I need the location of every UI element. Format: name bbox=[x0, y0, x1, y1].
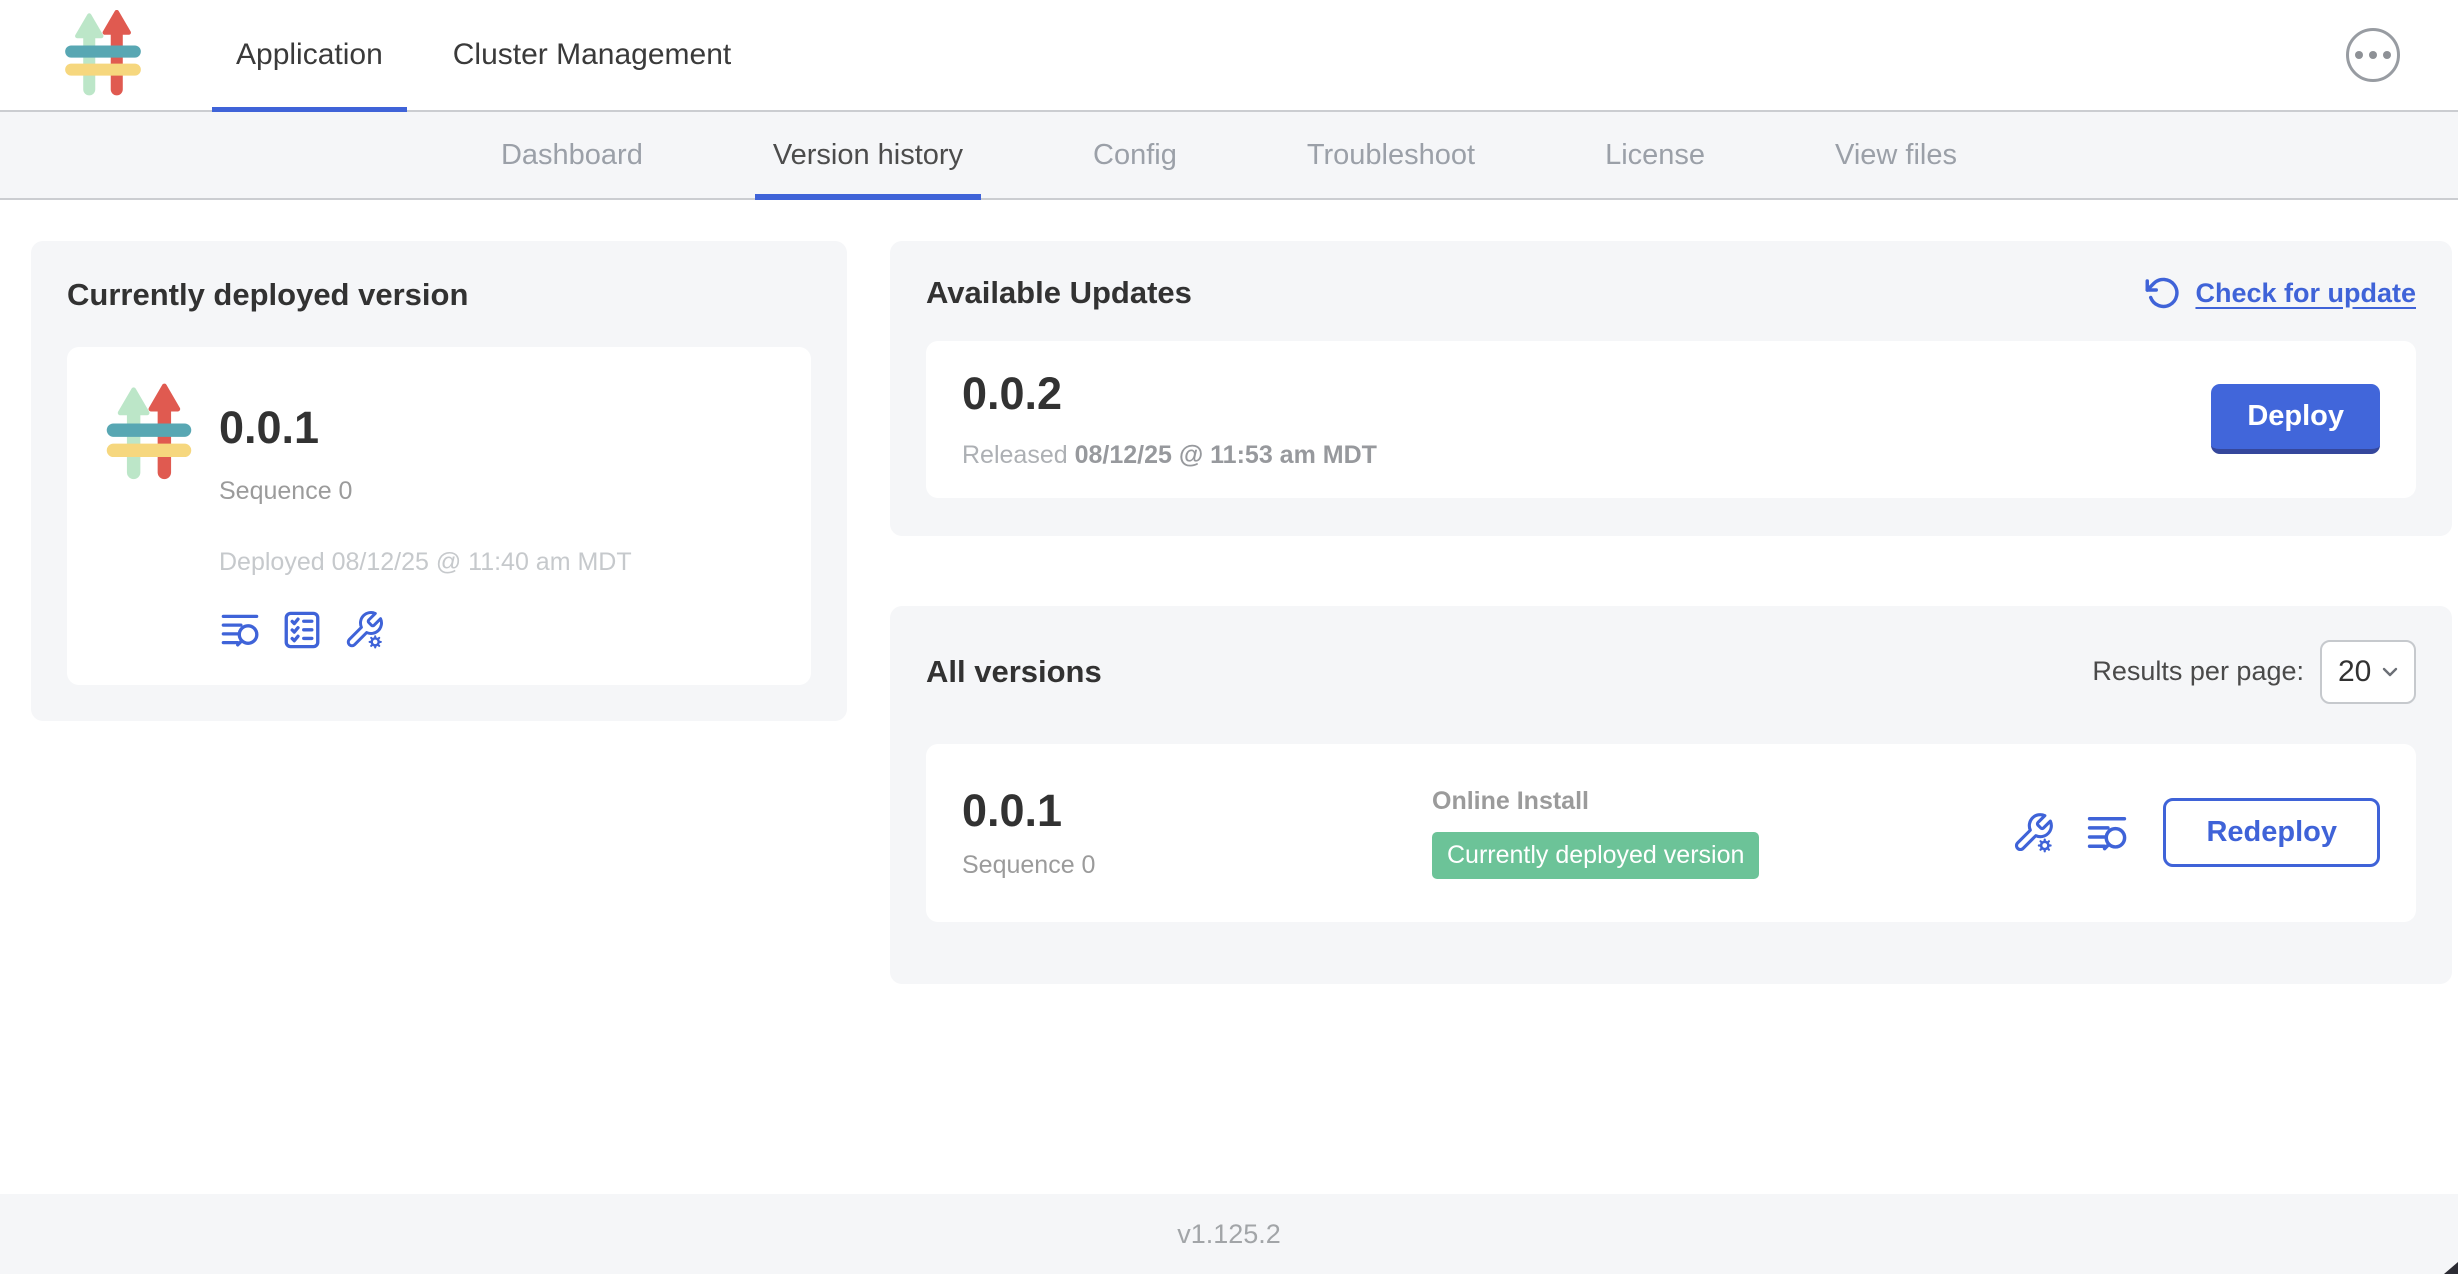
edit-config-icon[interactable] bbox=[2011, 811, 2055, 855]
console-version: v1.125.2 bbox=[1177, 1219, 1281, 1250]
tab-cluster-management-label: Cluster Management bbox=[453, 38, 731, 72]
subnav-troubleshoot-label: Troubleshoot bbox=[1307, 139, 1475, 172]
check-for-update-label: Check for update bbox=[2195, 278, 2416, 309]
subnav-dashboard-label: Dashboard bbox=[501, 139, 643, 172]
version-row: 0.0.1 Sequence 0 Online Install Currentl… bbox=[926, 744, 2416, 923]
edit-config-icon[interactable] bbox=[343, 609, 385, 651]
currently-deployed-panel: Currently deployed version 0.0.1 Sequenc… bbox=[31, 241, 847, 721]
update-version-number: 0.0.2 bbox=[962, 369, 1377, 419]
deployed-version-info: 0.0.1 Sequence 0 Deployed 08/12/25 @ 11:… bbox=[219, 377, 632, 651]
results-per-page-select[interactable]: 20 bbox=[2320, 640, 2416, 704]
available-updates-panel: Available Updates Check for update 0.0.2… bbox=[890, 241, 2452, 536]
redeploy-button[interactable]: Redeploy bbox=[2163, 798, 2380, 867]
subnav-item-dashboard[interactable]: Dashboard bbox=[483, 112, 661, 198]
tab-cluster-management[interactable]: Cluster Management bbox=[429, 0, 755, 110]
top-header: Application Cluster Management bbox=[0, 0, 2458, 112]
row-sequence: Sequence 0 bbox=[962, 851, 1432, 880]
deployed-timestamp: Deployed 08/12/25 @ 11:40 am MDT bbox=[219, 548, 632, 577]
kots-admin-console: Application Cluster Management Dashboard… bbox=[0, 0, 2458, 1274]
results-per-page-label: Results per page: bbox=[2092, 656, 2304, 687]
cursor-artifact bbox=[2444, 1262, 2458, 1274]
view-logs-icon[interactable] bbox=[219, 609, 261, 651]
row-version-number: 0.0.1 bbox=[962, 786, 1432, 836]
app-logo-icon bbox=[60, 10, 146, 100]
subnav-version-history-label: Version history bbox=[773, 139, 963, 172]
subnav-item-config[interactable]: Config bbox=[1075, 112, 1195, 198]
row-actions: Redeploy bbox=[2011, 798, 2380, 867]
released-label: Released bbox=[962, 441, 1075, 469]
results-per-page-value: 20 bbox=[2338, 655, 2371, 689]
available-updates-title: Available Updates bbox=[926, 275, 1192, 311]
available-updates-head: Available Updates Check for update bbox=[926, 275, 2416, 311]
row-status-info: Online Install Currently deployed versio… bbox=[1432, 787, 1759, 879]
main-content: Currently deployed version 0.0.1 Sequenc… bbox=[0, 200, 2458, 1194]
deployed-sequence: Sequence 0 bbox=[219, 477, 632, 506]
header-tabs: Application Cluster Management bbox=[212, 0, 777, 110]
subnav-view-files-label: View files bbox=[1835, 139, 1957, 172]
subnav-item-view-files[interactable]: View files bbox=[1817, 112, 1975, 198]
right-column: Available Updates Check for update 0.0.2… bbox=[890, 241, 2452, 984]
update-released-line: Released 08/12/25 @ 11:53 am MDT bbox=[962, 441, 1377, 470]
row-version-info: 0.0.1 Sequence 0 bbox=[962, 786, 1432, 881]
tab-application-label: Application bbox=[236, 38, 383, 72]
app-subnav: Dashboard Version history Config Trouble… bbox=[0, 112, 2458, 200]
results-per-page-group: Results per page: 20 bbox=[2092, 640, 2416, 704]
subnav-item-license[interactable]: License bbox=[1587, 112, 1723, 198]
footer: v1.125.2 bbox=[0, 1194, 2458, 1274]
subnav-item-version-history[interactable]: Version history bbox=[755, 112, 981, 198]
preflight-checks-icon[interactable] bbox=[281, 609, 323, 651]
currently-deployed-title: Currently deployed version bbox=[67, 277, 811, 313]
install-type-label: Online Install bbox=[1432, 787, 1759, 816]
app-logo-icon bbox=[101, 383, 197, 485]
deployed-version-card: 0.0.1 Sequence 0 Deployed 08/12/25 @ 11:… bbox=[67, 347, 811, 685]
header-right bbox=[2346, 0, 2458, 110]
status-badge: Currently deployed version bbox=[1432, 832, 1759, 879]
all-versions-head: All versions Results per page: 20 bbox=[926, 640, 2416, 704]
subnav-item-troubleshoot[interactable]: Troubleshoot bbox=[1289, 112, 1493, 198]
view-logs-icon[interactable] bbox=[2085, 811, 2129, 855]
all-versions-panel: All versions Results per page: 20 0.0 bbox=[890, 606, 2452, 985]
ellipsis-circle-icon[interactable] bbox=[2346, 28, 2400, 82]
update-info: 0.0.2 Released 08/12/25 @ 11:53 am MDT bbox=[962, 369, 1377, 470]
check-for-update-link[interactable]: Check for update bbox=[2145, 275, 2416, 311]
deploy-button[interactable]: Deploy bbox=[2211, 384, 2380, 454]
update-card: 0.0.2 Released 08/12/25 @ 11:53 am MDT D… bbox=[926, 341, 2416, 498]
subnav-license-label: License bbox=[1605, 139, 1705, 172]
released-timestamp: 08/12/25 @ 11:53 am MDT bbox=[1075, 441, 1377, 469]
tab-application[interactable]: Application bbox=[212, 0, 407, 110]
all-versions-title: All versions bbox=[926, 654, 1102, 690]
deployed-actions bbox=[219, 609, 632, 651]
refresh-icon bbox=[2145, 275, 2181, 311]
deployed-version-number: 0.0.1 bbox=[219, 403, 632, 453]
chevron-down-icon bbox=[2378, 660, 2402, 684]
subnav-config-label: Config bbox=[1093, 139, 1177, 172]
